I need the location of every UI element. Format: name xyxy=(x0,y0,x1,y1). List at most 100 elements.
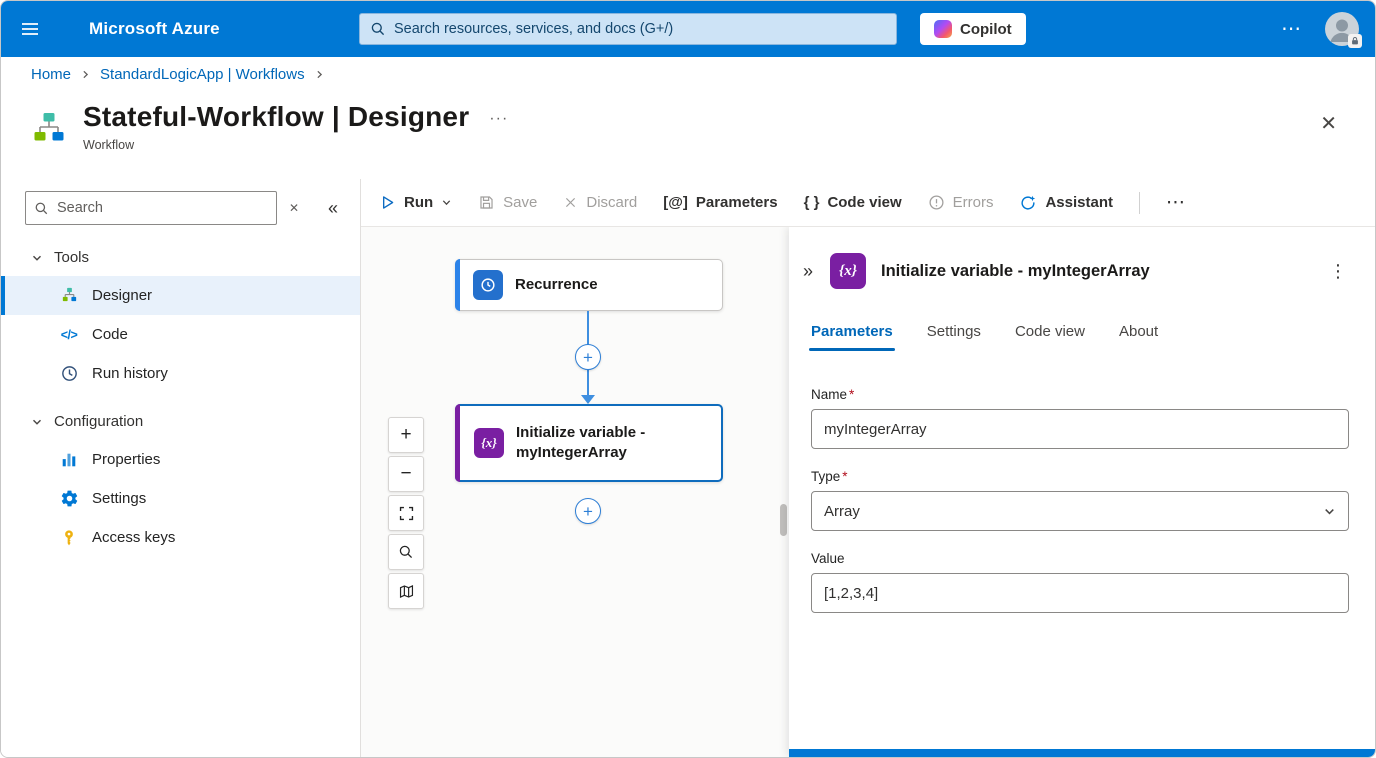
sidebar-section-configuration[interactable]: Configuration xyxy=(1,403,360,440)
type-field-label: Type* xyxy=(811,469,1349,484)
map-icon xyxy=(398,583,415,600)
designer-toolbar: Run Save Discard [@] Parameters { } xyxy=(361,179,1375,227)
canvas-scrollbar[interactable] xyxy=(780,504,787,536)
required-asterisk: * xyxy=(849,387,854,402)
panel-tabs: Parameters Settings Code view About xyxy=(789,323,1375,351)
error-circle-icon xyxy=(928,194,945,211)
parameters-label: Parameters xyxy=(696,194,778,211)
global-search-box[interactable] xyxy=(359,13,897,45)
code-view-button[interactable]: { } Code view xyxy=(804,194,902,211)
connector-arrowhead xyxy=(581,395,595,404)
sidebar-item-label: Properties xyxy=(92,451,160,468)
workflow-icon xyxy=(29,109,69,154)
sidebar-section-tools[interactable]: Tools xyxy=(1,239,360,276)
run-label: Run xyxy=(404,194,433,211)
parameters-icon: [@] xyxy=(663,194,688,211)
node-label: Initialize variable - myIntegerArray xyxy=(516,423,709,464)
clear-search-icon[interactable]: ✕ xyxy=(289,201,299,215)
code-view-label: Code view xyxy=(827,194,901,211)
canvas-search-button[interactable] xyxy=(388,534,424,570)
azure-topbar: Microsoft Azure Copilot ⋯ xyxy=(1,1,1375,57)
breadcrumb-workflows-link[interactable]: StandardLogicApp | Workflows xyxy=(100,66,305,83)
product-title: Microsoft Azure xyxy=(89,19,220,39)
resource-type-label: Workflow xyxy=(83,138,508,152)
properties-bars-icon xyxy=(59,450,79,470)
zoom-in-button[interactable]: + xyxy=(388,417,424,453)
minimap-button[interactable] xyxy=(388,573,424,609)
errors-label: Errors xyxy=(953,194,994,211)
recurrence-clock-icon xyxy=(473,270,503,300)
workflow-canvas[interactable]: Recurrence + {x} Initialize variable - m… xyxy=(361,227,789,757)
zoom-out-button[interactable]: − xyxy=(388,456,424,492)
search-icon xyxy=(370,21,386,37)
breadcrumb-home-link[interactable]: Home xyxy=(31,66,71,83)
name-input[interactable] xyxy=(811,409,1349,449)
sidebar-item-access-keys[interactable]: Access keys xyxy=(1,518,360,557)
node-initialize-variable[interactable]: {x} Initialize variable - myIntegerArray xyxy=(455,404,723,482)
chevron-down-icon xyxy=(31,416,43,428)
toolbar-more-icon[interactable]: ⋯ xyxy=(1166,191,1185,214)
value-input[interactable] xyxy=(811,573,1349,613)
collapse-sidebar-icon[interactable]: « xyxy=(328,198,338,219)
node-label: Recurrence xyxy=(515,275,598,295)
sidebar-search-input[interactable] xyxy=(57,200,268,216)
chevron-down-icon xyxy=(31,252,43,264)
topbar-more-icon[interactable]: ⋯ xyxy=(1281,19,1301,39)
braces-icon: { } xyxy=(804,194,820,211)
discard-button[interactable]: Discard xyxy=(563,194,637,211)
section-label: Configuration xyxy=(54,413,143,430)
lock-icon xyxy=(1348,34,1362,48)
copilot-button[interactable]: Copilot xyxy=(920,13,1026,45)
gear-icon xyxy=(59,489,79,509)
errors-button[interactable]: Errors xyxy=(928,194,994,211)
chevron-right-icon xyxy=(80,69,91,80)
panel-menu-icon[interactable]: ⋮ xyxy=(1325,261,1351,282)
action-details-panel: » {x} Initialize variable - myIntegerArr… xyxy=(789,227,1375,757)
resource-sidebar: ✕ « Tools Designer </> Code xyxy=(1,179,361,757)
tab-parameters[interactable]: Parameters xyxy=(811,323,893,351)
parameters-button[interactable]: [@] Parameters xyxy=(663,194,777,211)
collapse-panel-icon[interactable]: » xyxy=(801,261,815,282)
close-icon xyxy=(563,195,578,210)
sidebar-item-properties[interactable]: Properties xyxy=(1,440,360,479)
sidebar-search-box[interactable] xyxy=(25,191,277,225)
tab-settings[interactable]: Settings xyxy=(927,323,981,351)
node-recurrence[interactable]: Recurrence xyxy=(455,259,723,311)
value-field-label: Value xyxy=(811,551,1349,566)
name-field-label: Name* xyxy=(811,387,1349,402)
title-more-button[interactable]: ··· xyxy=(489,110,508,128)
sidebar-item-run-history[interactable]: Run history xyxy=(1,354,360,393)
sidebar-item-label: Access keys xyxy=(92,529,175,546)
page-title: Stateful-Workflow | Designer xyxy=(83,101,469,133)
panel-accent-bar xyxy=(789,749,1375,757)
tab-code-view[interactable]: Code view xyxy=(1015,323,1085,351)
azure-portal-window: Microsoft Azure Copilot ⋯ Home xyxy=(0,0,1376,758)
assistant-button[interactable]: Assistant xyxy=(1019,194,1113,212)
history-clock-icon xyxy=(59,364,79,384)
type-field-group: Type* Array xyxy=(811,469,1349,531)
assistant-sparkle-icon xyxy=(1019,194,1037,212)
add-action-button[interactable]: + xyxy=(575,344,601,370)
tab-about[interactable]: About xyxy=(1119,323,1158,351)
sidebar-item-designer[interactable]: Designer xyxy=(1,276,360,315)
page-header: Stateful-Workflow | Designer ··· Workflo… xyxy=(1,91,1375,179)
type-select[interactable]: Array xyxy=(811,491,1349,531)
sidebar-item-label: Designer xyxy=(92,287,152,304)
breadcrumb: Home StandardLogicApp | Workflows xyxy=(1,57,1375,91)
account-avatar[interactable] xyxy=(1325,12,1359,46)
sidebar-item-label: Run history xyxy=(92,365,168,382)
required-asterisk: * xyxy=(842,469,847,484)
chevron-down-icon xyxy=(441,197,452,208)
run-button[interactable]: Run xyxy=(379,194,452,211)
fit-to-screen-button[interactable] xyxy=(388,495,424,531)
save-button[interactable]: Save xyxy=(478,194,537,211)
global-search-input[interactable] xyxy=(394,21,886,37)
sidebar-item-code[interactable]: </> Code xyxy=(1,315,360,354)
close-icon[interactable]: ✕ xyxy=(1320,111,1337,136)
sidebar-item-settings[interactable]: Settings xyxy=(1,479,360,518)
save-icon xyxy=(478,194,495,211)
toolbar-separator xyxy=(1139,192,1140,214)
hamburger-menu-icon[interactable] xyxy=(1,1,59,57)
add-action-button[interactable]: + xyxy=(575,498,601,524)
workflow-icon xyxy=(59,286,79,306)
